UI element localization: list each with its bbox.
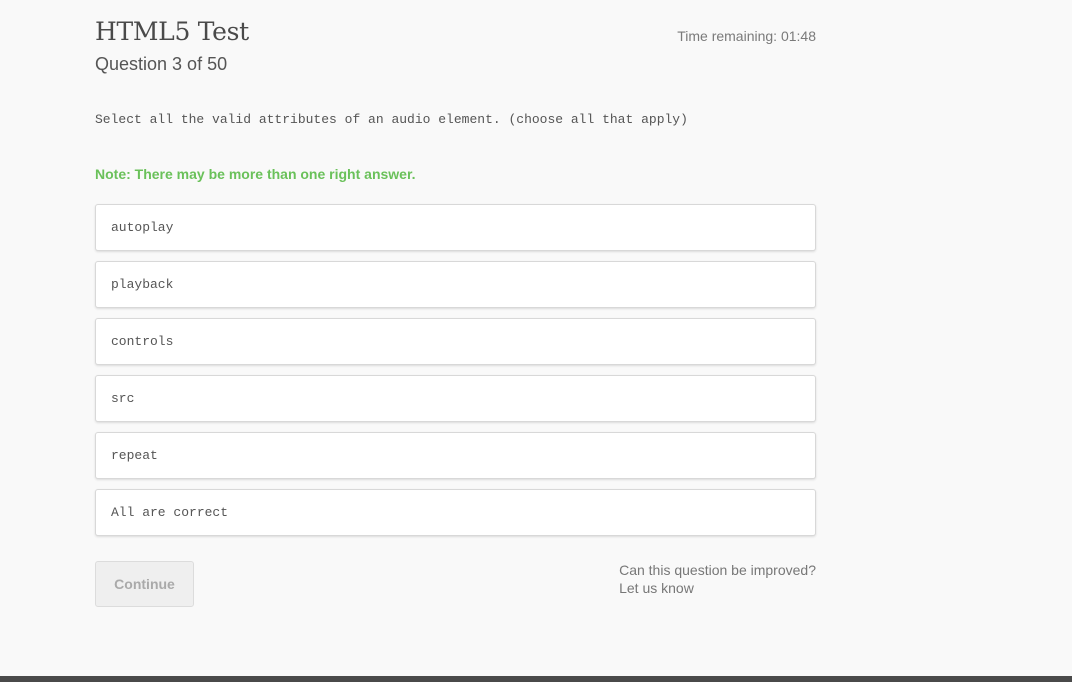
footer-bar: [0, 676, 1072, 682]
answer-option-playback[interactable]: playback: [95, 261, 816, 308]
question-counter: Question 3 of 50: [95, 54, 228, 74]
multiple-answer-note: Note: There may be more than one right a…: [95, 166, 416, 182]
answer-option-src[interactable]: src: [95, 375, 816, 422]
answer-option-autoplay[interactable]: autoplay: [95, 204, 816, 251]
answer-option-controls[interactable]: controls: [95, 318, 816, 365]
let-us-know-link[interactable]: Let us know: [619, 579, 816, 597]
answer-label: All are correct: [111, 505, 229, 520]
answer-label: repeat: [111, 448, 158, 463]
answer-label: autoplay: [111, 220, 174, 235]
quiz-title: HTML5 Test: [95, 17, 249, 46]
answer-option-repeat[interactable]: repeat: [95, 432, 816, 479]
question-text: Select all the valid attributes of an au…: [95, 112, 688, 127]
time-remaining: Time remaining: 01:48: [677, 28, 816, 44]
answer-label: controls: [111, 334, 174, 349]
feedback-question: Can this question be improved?: [619, 562, 816, 578]
continue-button[interactable]: Continue: [95, 561, 194, 607]
feedback-prompt: Can this question be improved? Let us kn…: [619, 561, 816, 597]
answer-option-all-correct[interactable]: All are correct: [95, 489, 816, 536]
answer-list: autoplay playback controls src repeat Al…: [95, 204, 816, 546]
answer-label: src: [111, 391, 135, 406]
answer-label: playback: [111, 277, 174, 292]
